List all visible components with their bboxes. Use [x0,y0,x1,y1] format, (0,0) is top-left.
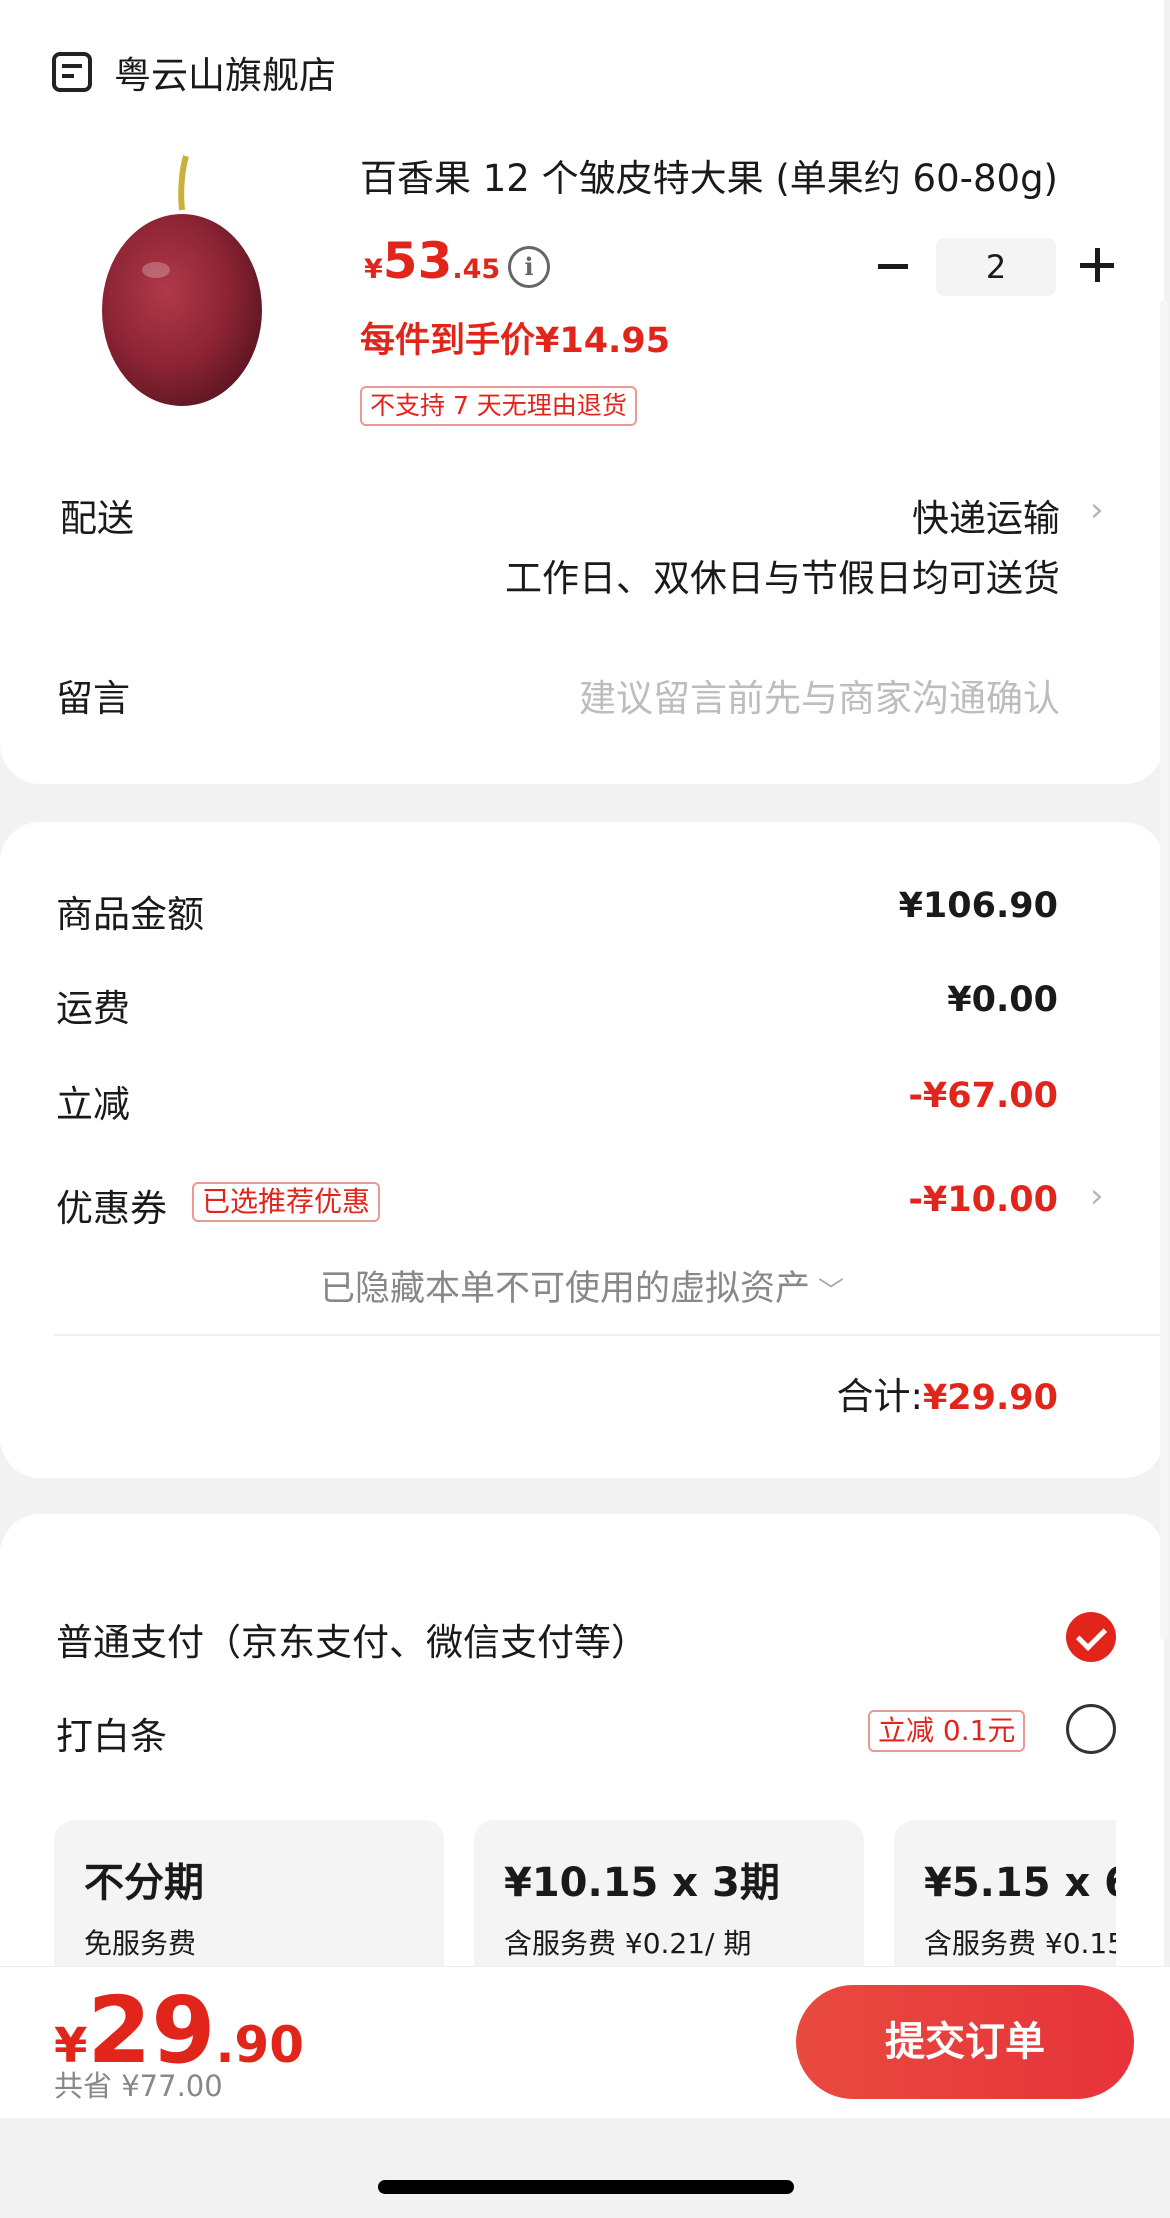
goods-amount-label: 商品金额 [56,893,204,936]
hidden-assets-toggle[interactable]: 已隐藏本单不可使用的虚拟资产 ﹀ [0,1260,1164,1311]
installment-title: ¥10.15 x 3期 [504,1860,780,1906]
normal-payment-label[interactable]: 普通支付（京东支付、微信支付等） [56,1612,648,1666]
product-title[interactable]: 百香果 12 个皱皮特大果 (单果约 60-80g) [360,148,1058,202]
delivery-note: 工作日、双休日与节假日均可送货 [505,557,1060,600]
total-savings: 共省 ¥77.00 [54,2069,223,2103]
discount-label: 立减 [56,1083,130,1126]
installment-subtitle: 免服务费 [84,1927,197,1960]
message-input[interactable]: 建议留言前先与商家沟通确认 [579,668,1060,722]
shipping-fee-value: ¥0.00 [947,980,1058,1020]
quantity-value[interactable]: 2 [936,238,1056,296]
shop-icon [52,52,92,92]
price-decimal: .45 [452,254,501,285]
unit-price: 每件到手价¥14.95 [360,321,671,361]
installment-subtitle: 含服务费 ¥0.21/ 期 [504,1927,752,1960]
scrollbar[interactable] [1160,300,1168,1640]
info-icon[interactable]: i [508,246,550,288]
plus-icon[interactable] [1080,248,1114,282]
coupon-tag: 已选推荐优惠 [192,1182,381,1222]
home-indicator[interactable] [378,2180,794,2194]
bottom-price-decimal: .90 [215,2016,305,2074]
installment-subtitle: 含服务费 ¥0.15 [924,1927,1116,1960]
total-label: 合计: [836,1375,923,1418]
coupon-label: 优惠券 [56,1187,167,1230]
coupon-chevron-icon[interactable]: › [1090,1176,1104,1216]
chevron-down-icon: ﹀ [818,1277,845,1307]
amount-summary-card: 商品金额 ¥106.90 运费 ¥0.00 立减 -¥67.00 优惠券 已选推… [0,822,1164,1478]
hidden-assets-text: 已隐藏本单不可使用的虚拟资产 [319,1269,810,1309]
divider [54,1334,1164,1336]
minus-icon[interactable] [878,264,908,269]
total-row: 合计:¥29.90 [836,1366,1058,1420]
delivery-method[interactable]: 快递运输 [912,488,1060,542]
product-image[interactable] [96,150,272,410]
price-integer: 53 [382,232,453,290]
bottom-checkout-bar: ¥ 29 .90 共省 ¥77.00 提交订单 [0,1966,1170,2118]
installment-title: ¥5.15 x 6期 [924,1860,1116,1906]
coupon-value[interactable]: -¥10.00 [908,1180,1058,1220]
discount-value: -¥67.00 [908,1076,1058,1116]
shop-name[interactable]: 粤云山旗舰店 [114,45,336,99]
product-card: 粤云山旗舰店 百香果 12 个皱皮特大果 (单果约 60-80g) ¥ 53 .… [0,0,1164,784]
baitiao-discount-tag: 立减 0.1元 [868,1710,1026,1752]
unchecked-radio-icon[interactable] [1066,1704,1116,1754]
delivery-label: 配送 [60,497,134,540]
price-symbol: ¥ [364,254,383,285]
return-policy-tag: 不支持 7 天无理由退货 [360,386,637,426]
message-label: 留言 [56,677,130,720]
checked-radio-icon[interactable] [1066,1612,1116,1662]
delivery-chevron-icon[interactable]: › [1090,490,1104,530]
shipping-fee-label: 运费 [56,987,130,1030]
submit-order-button[interactable]: 提交订单 [796,1985,1134,2099]
goods-amount-value: ¥106.90 [898,886,1058,926]
product-price: ¥ 53 .45 [364,232,500,290]
shop-header[interactable]: 粤云山旗舰店 [52,44,336,100]
total-value: ¥29.90 [922,1378,1058,1418]
installment-title: 不分期 [84,1860,204,1906]
baitiao-payment-label[interactable]: 打白条 [56,1706,167,1760]
